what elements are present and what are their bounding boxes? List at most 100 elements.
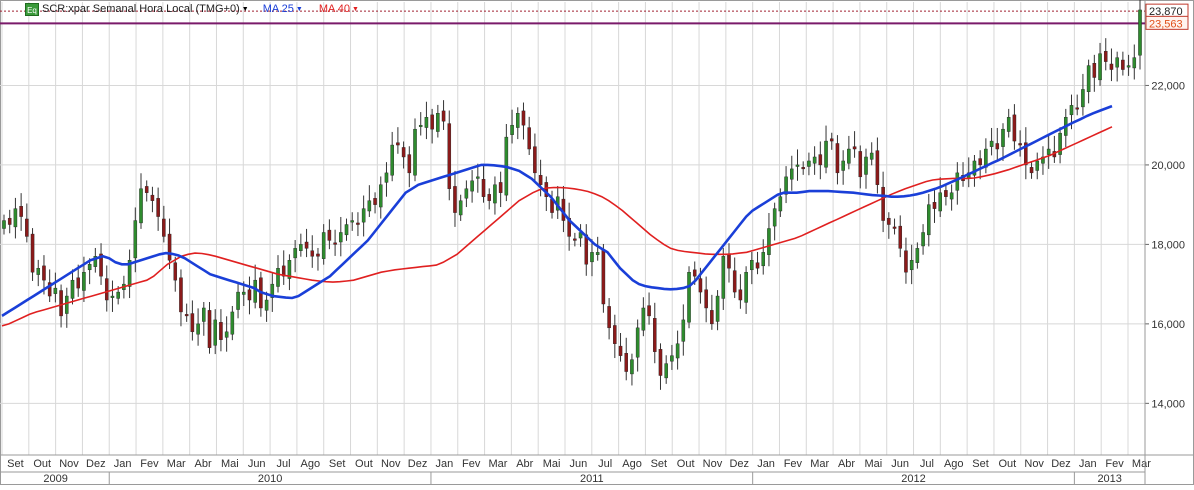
candle-body: [156, 198, 160, 217]
candle-body: [65, 295, 69, 314]
candle-body: [881, 186, 885, 221]
x-tick-label: Jun: [891, 458, 909, 470]
symbol-label[interactable]: SCR:xpar Semanal Hora Local (TMG+0): [42, 3, 240, 15]
x-tick-label: Jul: [920, 458, 934, 470]
candle-body: [767, 228, 771, 255]
candle-body: [179, 277, 183, 313]
x-tick-label: Ago: [944, 458, 964, 470]
candle-body: [647, 305, 651, 317]
candle-body: [344, 224, 349, 236]
candle-body: [1069, 105, 1074, 116]
x-tick-label: Out: [998, 458, 1016, 470]
candle-body: [1075, 107, 1079, 110]
candle-body: [510, 124, 514, 135]
candle-body: [350, 220, 354, 223]
candle-body: [750, 260, 754, 271]
ma25-label[interactable]: MA 25: [263, 3, 294, 15]
x-tick-label: Dez: [1051, 458, 1071, 470]
x-tick-label: Jun: [248, 458, 266, 470]
candle-body: [458, 200, 463, 216]
candle-body: [778, 196, 783, 212]
candle-body: [476, 176, 480, 179]
x-tick-label: Jan: [757, 458, 775, 470]
x-tick-label: Nov: [381, 458, 401, 470]
candle-body: [196, 323, 200, 335]
candle-body: [715, 295, 720, 322]
candle-body: [761, 252, 766, 267]
x-tick-label: Dez: [408, 458, 428, 470]
y-tick-label: 20,000: [1151, 160, 1185, 172]
x-tick-label: Dez: [86, 458, 106, 470]
candle-body: [995, 143, 1000, 150]
x-tick-label: Mar: [1132, 458, 1151, 470]
candle-body: [978, 158, 982, 166]
candle-body: [304, 241, 309, 249]
candle-body: [573, 238, 577, 241]
candle-body: [801, 167, 805, 170]
candle-body: [989, 140, 994, 147]
candle-body: [909, 260, 914, 271]
candle-body: [276, 268, 280, 287]
candle-body: [630, 359, 634, 375]
candle-body: [430, 114, 434, 130]
candle-body: [738, 289, 743, 301]
candle-body: [481, 179, 486, 197]
price-chart: 14,000 16,000 18,000 20,000 22,000 Set Out Nov D…: [0, 0, 1194, 485]
candle-body: [904, 250, 908, 273]
candle-body: [407, 154, 412, 174]
candle-body: [436, 113, 440, 132]
candle-body: [59, 290, 63, 317]
candle-body: [487, 194, 491, 201]
chevron-down-icon[interactable]: ▼: [296, 6, 303, 13]
candle-body: [921, 232, 925, 247]
candle-body: [664, 363, 668, 379]
candle-body: [704, 289, 708, 309]
x-tick-label: Nov: [703, 458, 723, 470]
candle-body: [1138, 9, 1142, 56]
candle-body: [841, 160, 845, 171]
candle-body: [133, 220, 138, 259]
candle-body: [87, 264, 92, 271]
candle-body: [378, 184, 383, 208]
y-tick-label: 16,000: [1151, 319, 1185, 331]
chart-header: Eq SCR:xpar Semanal Hora Local (TMG+0) ▼ …: [0, 0, 359, 18]
candle-body: [493, 184, 497, 204]
year-label: 2009: [43, 473, 67, 485]
candle-body: [955, 172, 960, 191]
candle-body: [162, 218, 166, 237]
candle-body: [887, 217, 891, 225]
equity-icon[interactable]: Eq: [25, 2, 39, 16]
candle-body: [869, 152, 874, 160]
chevron-down-icon[interactable]: ▼: [352, 6, 359, 13]
candle-body: [1018, 143, 1022, 146]
candle-body: [299, 244, 303, 251]
candle-body: [498, 182, 503, 193]
candle-body: [327, 229, 332, 241]
candle-body: [533, 146, 537, 174]
x-tick-label: Fev: [1105, 458, 1124, 470]
x-tick-label: Fev: [140, 458, 159, 470]
ma40-label[interactable]: MA 40: [319, 3, 350, 15]
candle-body: [829, 138, 834, 142]
candle-body: [441, 110, 446, 122]
candle-body: [1035, 160, 1040, 171]
x-tick-label: Ago: [301, 458, 321, 470]
candle-body: [1115, 57, 1119, 68]
candle-body: [653, 318, 657, 352]
candle-body: [82, 272, 86, 291]
candle-body: [207, 310, 212, 348]
candle-body: [641, 307, 646, 331]
chevron-down-icon[interactable]: ▼: [242, 6, 249, 13]
candle-body: [373, 198, 377, 205]
candle-body: [1006, 117, 1011, 132]
candle-body: [264, 299, 269, 311]
candle-body: [202, 307, 206, 322]
candle-body: [1092, 62, 1097, 78]
candle-body: [321, 232, 326, 259]
candle-body: [944, 190, 948, 197]
year-label: 2013: [1097, 473, 1121, 485]
candle-body: [173, 262, 178, 281]
candle-body: [618, 345, 623, 356]
candle-body: [390, 144, 394, 176]
candle-body: [1109, 63, 1114, 70]
